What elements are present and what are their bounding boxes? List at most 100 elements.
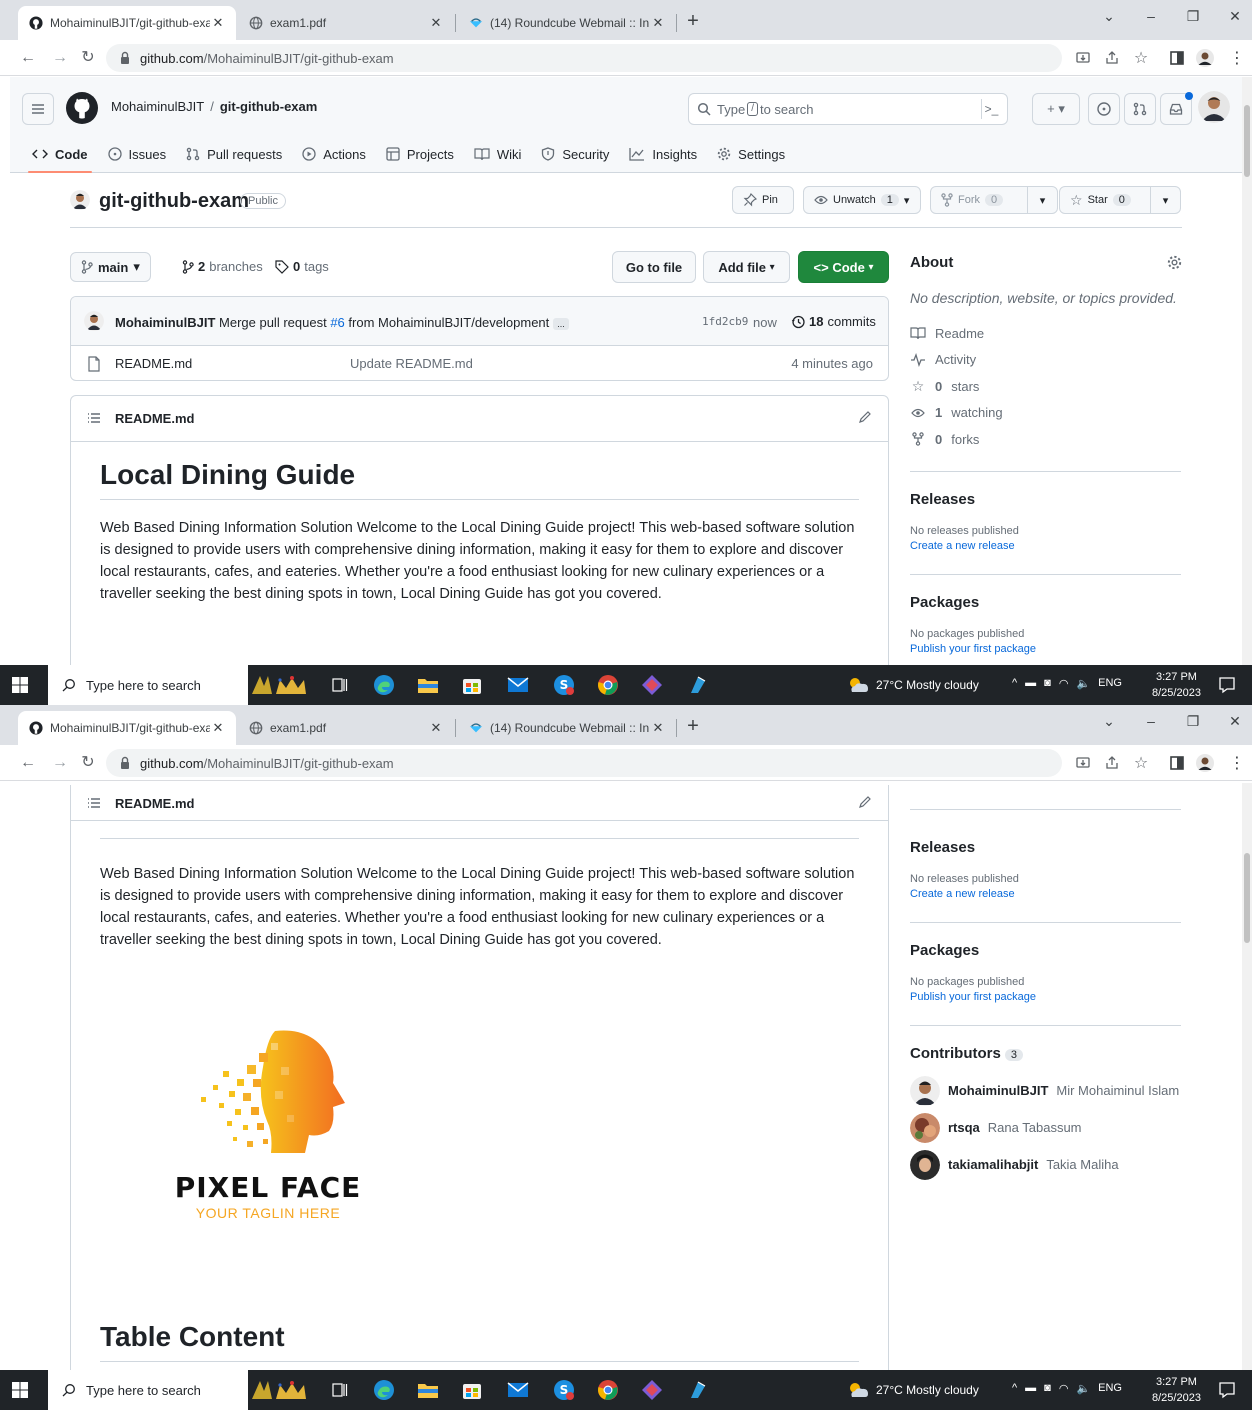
hamburger-menu-icon[interactable] xyxy=(22,93,54,125)
window-close-icon[interactable]: ✕ xyxy=(1220,713,1250,730)
tab-settings[interactable]: Settings xyxy=(707,139,795,169)
weather-widget[interactable]: 27°C Mostly cloudy xyxy=(848,1382,979,1398)
tab-search-chevron-icon[interactable]: ⌄ xyxy=(1094,713,1124,730)
pencil-edit-icon[interactable] xyxy=(858,795,872,809)
page-scrollbar[interactable] xyxy=(1242,77,1252,665)
pin-button[interactable]: Pin xyxy=(732,186,794,214)
mail-icon[interactable] xyxy=(506,1378,530,1402)
commit-text[interactable]: from MohaiminulBJIT/development xyxy=(348,315,549,330)
contributor-item[interactable]: rtsqa Rana Tabassum xyxy=(910,1109,1182,1146)
unwatch-button[interactable]: Unwatch 1 ▾ xyxy=(803,186,921,214)
pull-requests-icon[interactable] xyxy=(1124,93,1156,125)
browser-tab-github[interactable]: MohaiminulBJIT/git-github-exam ✕ xyxy=(18,6,236,40)
store-icon[interactable] xyxy=(460,1378,484,1402)
task-view-icon[interactable] xyxy=(328,1378,352,1402)
command-palette-icon[interactable]: >_ xyxy=(981,99,1001,119)
github-logo-icon[interactable] xyxy=(66,92,98,124)
contributor-item[interactable]: MohaiminulBJIT Mir Mohaiminul Islam xyxy=(910,1072,1182,1109)
commit-author-link[interactable]: MohaiminulBJIT xyxy=(115,315,215,330)
minimize-icon[interactable]: – xyxy=(1136,713,1166,729)
create-release-link[interactable]: Create a new release xyxy=(910,540,1182,552)
tab-insights[interactable]: Insights xyxy=(619,139,707,169)
system-tray[interactable]: ^ ▬ ◙ ◠ 🔈 ENG xyxy=(1012,677,1122,690)
browser-tab-pdf[interactable]: exam1.pdf ✕ xyxy=(238,711,454,745)
branch-select-button[interactable]: main ▾ xyxy=(70,252,151,282)
tab-code[interactable]: Code xyxy=(22,139,98,173)
new-tab-plus-icon[interactable]: + xyxy=(682,716,704,738)
notification-center-icon[interactable] xyxy=(1218,1381,1236,1399)
tab-close-icon[interactable]: ✕ xyxy=(650,15,666,31)
chevron-down-icon[interactable]: ▾ xyxy=(1150,187,1180,213)
reload-icon[interactable]: ↻ xyxy=(78,48,98,68)
fork-button[interactable]: Fork 0 ▾ xyxy=(930,186,1058,214)
back-arrow-icon[interactable]: ← xyxy=(18,753,38,773)
task-view-icon[interactable] xyxy=(328,673,352,697)
commit-author-avatar[interactable] xyxy=(84,311,104,331)
stars-link[interactable]: ☆ 0 stars xyxy=(910,373,1182,400)
star-button[interactable]: ☆ Star 0 ▾ xyxy=(1059,186,1181,214)
tab-close-icon[interactable]: ✕ xyxy=(428,720,444,736)
breadcrumb-repo-link[interactable]: git-github-exam xyxy=(220,99,318,114)
packages-heading[interactable]: Packages xyxy=(910,942,1182,959)
tab-close-icon[interactable]: ✕ xyxy=(210,720,226,736)
tray-chevron-icon[interactable]: ^ xyxy=(1012,1382,1017,1395)
bookmark-star-icon[interactable]: ☆ xyxy=(1132,49,1150,67)
tab-issues[interactable]: Issues xyxy=(98,139,177,169)
tab-pull-requests[interactable]: Pull requests xyxy=(176,139,292,169)
system-tray[interactable]: ^ ▬ ◙ ◠ 🔈 ENG xyxy=(1012,1382,1122,1395)
crown-widget-icon[interactable] xyxy=(248,1378,310,1402)
address-bar[interactable]: github.com/MohaiminulBJIT/git-github-exa… xyxy=(106,749,1062,777)
bookmark-star-icon[interactable]: ☆ xyxy=(1132,754,1150,772)
crown-widget-icon[interactable] xyxy=(248,673,310,697)
readme-filename-link[interactable]: README.md xyxy=(115,796,194,811)
reload-icon[interactable]: ↻ xyxy=(78,753,98,773)
install-app-icon[interactable] xyxy=(1074,754,1092,772)
commit-sha-link[interactable]: 1fd2cb9 xyxy=(702,315,748,328)
share-icon[interactable] xyxy=(1103,49,1121,67)
releases-heading[interactable]: Releases xyxy=(910,491,1182,508)
watching-link[interactable]: 1 watching xyxy=(910,400,1182,427)
store-icon[interactable] xyxy=(460,673,484,697)
readme-filename-link[interactable]: README.md xyxy=(115,411,194,426)
new-tab-plus-icon[interactable]: + xyxy=(682,11,704,33)
side-panel-icon[interactable] xyxy=(1168,754,1186,772)
address-bar[interactable]: github.com/MohaiminulBJIT/git-github-exa… xyxy=(106,44,1062,72)
pull-request-link[interactable]: #6 xyxy=(330,315,344,330)
packages-heading[interactable]: Packages xyxy=(910,594,1182,611)
edge-browser-icon[interactable] xyxy=(372,1378,396,1402)
file-name-link[interactable]: README.md xyxy=(115,356,192,371)
outline-list-icon[interactable] xyxy=(87,411,101,425)
create-new-button[interactable]: + ▾ xyxy=(1032,93,1080,125)
chrome-icon[interactable] xyxy=(596,673,620,697)
inbox-icon[interactable] xyxy=(1160,92,1193,125)
tray-language[interactable]: ENG xyxy=(1098,1382,1122,1395)
user-avatar[interactable] xyxy=(1198,91,1230,123)
tray-language[interactable]: ENG xyxy=(1098,677,1122,690)
releases-heading[interactable]: Releases xyxy=(910,839,1182,856)
contributor-login[interactable]: takiamalihabjit xyxy=(948,1157,1038,1172)
back-arrow-icon[interactable]: ← xyxy=(18,48,38,68)
tab-actions[interactable]: Actions xyxy=(292,139,376,169)
commit-text[interactable]: Merge pull request xyxy=(219,315,327,330)
profile-avatar-icon[interactable] xyxy=(1196,754,1214,772)
tags-link[interactable]: 0 tags xyxy=(275,259,329,274)
git-app-icon[interactable] xyxy=(640,673,664,697)
windows-start-icon[interactable] xyxy=(12,677,28,693)
tab-security[interactable]: Security xyxy=(531,139,619,169)
tab-close-icon[interactable]: ✕ xyxy=(428,15,444,31)
chrome-menu-icon[interactable]: ⋮ xyxy=(1228,754,1246,772)
browser-tab-roundcube[interactable]: (14) Roundcube Webmail :: Inbox ✕ xyxy=(458,6,676,40)
readme-link[interactable]: Readme xyxy=(910,320,1182,347)
go-to-file-button[interactable]: Go to file xyxy=(612,251,696,283)
windows-start-icon[interactable] xyxy=(12,1382,28,1398)
mail-icon[interactable] xyxy=(506,673,530,697)
side-panel-icon[interactable] xyxy=(1168,49,1186,67)
contributors-heading[interactable]: Contributors 3 xyxy=(910,1045,1182,1062)
file-commit-message-link[interactable]: Update README.md xyxy=(350,356,473,371)
add-file-button[interactable]: Add file ▾ xyxy=(703,251,790,283)
github-search-input[interactable]: Type / to search >_ xyxy=(688,93,1008,125)
tab-close-icon[interactable]: ✕ xyxy=(650,720,666,736)
scroll-thumb[interactable] xyxy=(1244,853,1250,943)
taskbar-clock[interactable]: 3:27 PM 8/25/2023 xyxy=(1152,1374,1201,1406)
taskbar-clock[interactable]: 3:27 PM 8/25/2023 xyxy=(1152,669,1201,701)
